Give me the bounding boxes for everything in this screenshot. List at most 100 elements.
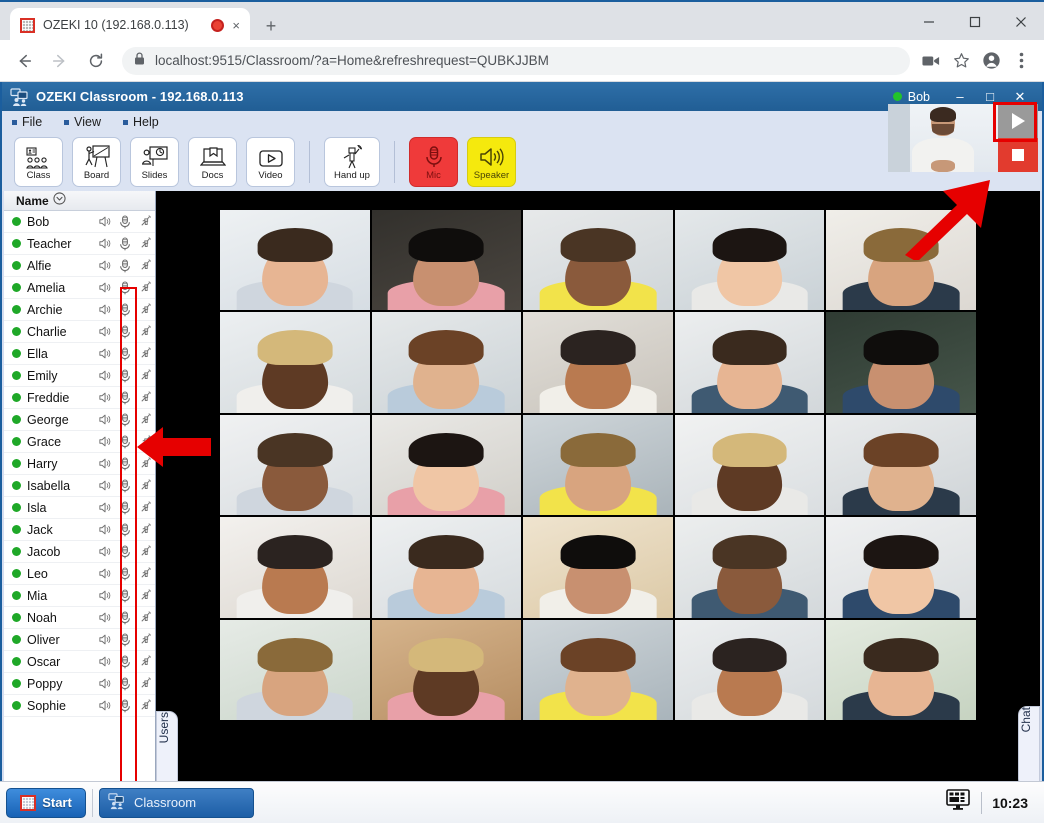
user-row[interactable]: Emily [4, 365, 155, 387]
toolbar-button-slides[interactable]: Slides [130, 137, 179, 187]
speaker-icon[interactable] [95, 568, 115, 579]
camera-icon[interactable] [916, 46, 946, 76]
video-tile[interactable] [371, 312, 522, 413]
speaker-icon[interactable] [95, 502, 115, 513]
start-button[interactable]: Start [6, 787, 86, 818]
hand-up-icon[interactable] [135, 237, 155, 250]
user-row[interactable]: Leo [4, 563, 155, 585]
user-row[interactable]: Ella [4, 343, 155, 365]
toolbar-button-class[interactable]: Class [14, 137, 63, 187]
mic-icon[interactable] [115, 566, 135, 581]
speaker-icon[interactable] [95, 590, 115, 601]
toolbar-button-hand-up[interactable]: Hand up [324, 137, 380, 187]
speaker-icon[interactable] [95, 348, 115, 359]
user-row[interactable]: Freddie [4, 387, 155, 409]
user-row[interactable]: Teacher [4, 233, 155, 255]
speaker-icon[interactable] [95, 260, 115, 271]
hand-up-icon[interactable] [135, 215, 155, 228]
hand-up-icon[interactable] [135, 457, 155, 470]
hand-up-icon[interactable] [135, 699, 155, 712]
video-tile[interactable] [371, 414, 522, 516]
video-tile[interactable] [523, 517, 673, 618]
hand-up-icon[interactable] [135, 413, 155, 426]
user-row[interactable]: Isabella [4, 475, 155, 497]
user-row[interactable]: Jacob [4, 541, 155, 563]
speaker-icon[interactable] [95, 524, 115, 535]
video-tile[interactable] [220, 619, 370, 720]
video-tile[interactable] [220, 414, 370, 516]
video-tile[interactable] [220, 312, 370, 413]
video-tile[interactable] [371, 619, 522, 720]
speaker-icon[interactable] [95, 546, 115, 557]
hand-up-icon[interactable] [135, 567, 155, 580]
hand-up-icon[interactable] [135, 391, 155, 404]
hand-up-icon[interactable] [135, 677, 155, 690]
video-tile[interactable] [674, 414, 825, 516]
play-button[interactable] [998, 104, 1038, 138]
speaker-icon[interactable] [95, 326, 115, 337]
user-row[interactable]: Sophie [4, 695, 155, 717]
video-tile[interactable] [826, 210, 976, 311]
back-button[interactable] [8, 45, 40, 77]
mic-icon[interactable] [115, 698, 135, 713]
video-tile[interactable] [220, 517, 370, 618]
mic-icon[interactable] [115, 676, 135, 691]
speaker-icon[interactable] [95, 612, 115, 623]
user-row[interactable]: Bob [4, 211, 155, 233]
toolbar-button-board[interactable]: Board [72, 137, 121, 187]
mic-icon[interactable] [115, 412, 135, 427]
taskbar-item-classroom[interactable]: Classroom [99, 787, 254, 818]
hand-up-icon[interactable] [135, 347, 155, 360]
browser-maximize-button[interactable] [952, 2, 998, 42]
mic-icon[interactable] [115, 302, 135, 317]
mic-icon[interactable] [115, 654, 135, 669]
speaker-icon[interactable] [95, 216, 115, 227]
menu-item-file[interactable]: File [12, 115, 42, 129]
speaker-icon[interactable] [95, 282, 115, 293]
user-row[interactable]: Poppy [4, 673, 155, 695]
mic-icon[interactable] [115, 610, 135, 625]
mic-icon[interactable] [115, 390, 135, 405]
mic-icon[interactable] [115, 324, 135, 339]
display-settings-icon[interactable] [945, 789, 971, 816]
video-tile[interactable] [826, 517, 976, 618]
video-tile[interactable] [220, 210, 370, 311]
video-tile[interactable] [674, 619, 825, 720]
speaker-icon[interactable] [95, 436, 115, 447]
user-row[interactable]: Alfie [4, 255, 155, 277]
mic-icon[interactable] [115, 456, 135, 471]
speaker-icon[interactable] [95, 414, 115, 425]
user-row[interactable]: Mia [4, 585, 155, 607]
hand-up-icon[interactable] [135, 303, 155, 316]
mic-icon[interactable] [115, 368, 135, 383]
user-row[interactable]: Oliver [4, 629, 155, 651]
chat-side-tab[interactable]: Chat [1018, 706, 1040, 788]
speaker-icon[interactable] [95, 304, 115, 315]
new-tab-button[interactable]: + [258, 14, 284, 40]
hand-up-icon[interactable] [135, 633, 155, 646]
user-row[interactable]: Harry [4, 453, 155, 475]
speaker-icon[interactable] [95, 634, 115, 645]
video-tile[interactable] [371, 517, 522, 618]
users-panel-header[interactable]: Name [4, 191, 155, 211]
tab-close-icon[interactable]: × [232, 18, 240, 33]
profile-avatar-icon[interactable] [976, 46, 1006, 76]
user-row[interactable]: Oscar [4, 651, 155, 673]
speaker-icon[interactable] [95, 700, 115, 711]
toolbar-button-speaker[interactable]: Speaker [467, 137, 516, 187]
current-user-chip[interactable]: Bob [892, 90, 930, 104]
chrome-menu-icon[interactable] [1006, 46, 1036, 76]
video-tile[interactable] [674, 210, 825, 311]
hand-up-icon[interactable] [135, 369, 155, 382]
mic-icon[interactable] [115, 500, 135, 515]
mic-icon[interactable] [115, 214, 135, 229]
toolbar-button-video[interactable]: Video [246, 137, 295, 187]
toolbar-button-docs[interactable]: Docs [188, 137, 237, 187]
address-bar[interactable]: localhost:9515/Classroom/?a=Home&refresh… [122, 46, 910, 75]
user-row[interactable]: Amelia [4, 277, 155, 299]
mic-icon[interactable] [115, 478, 135, 493]
mic-icon[interactable] [115, 280, 135, 295]
video-tile[interactable] [523, 619, 673, 720]
user-row[interactable]: Noah [4, 607, 155, 629]
speaker-icon[interactable] [95, 656, 115, 667]
